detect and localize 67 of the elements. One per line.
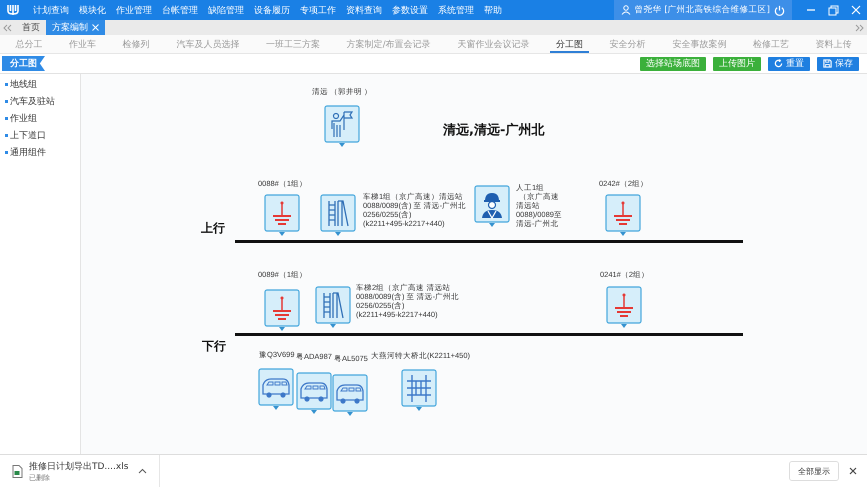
tab[interactable]: 总分工 bbox=[9, 35, 48, 53]
tab[interactable]: 作业车 bbox=[62, 35, 102, 53]
tab[interactable]: 汽车及人员选择 bbox=[170, 35, 246, 53]
ground-icon[interactable] bbox=[264, 289, 300, 331]
logo-icon bbox=[6, 3, 20, 17]
diagram-title: 清远,清远-广州北 bbox=[443, 122, 544, 139]
refresh-icon bbox=[774, 59, 783, 68]
menu-item[interactable]: 资料查询 bbox=[341, 4, 387, 16]
tab[interactable]: 安全分析 bbox=[604, 35, 652, 53]
window-tab[interactable]: 首页 bbox=[16, 20, 46, 35]
user-name: 曾尧华 [广州北高铁综合维修工区] bbox=[634, 4, 770, 16]
sidebar-item[interactable]: 作业组 bbox=[10, 112, 37, 125]
caret-icon[interactable] bbox=[138, 468, 148, 474]
user-icon bbox=[620, 5, 631, 15]
ground-icon[interactable] bbox=[605, 194, 641, 236]
bullet-icon bbox=[5, 100, 8, 103]
worker-icon[interactable] bbox=[474, 185, 510, 227]
tab[interactable]: 检修工艺 bbox=[746, 35, 795, 53]
power-icon[interactable] bbox=[774, 4, 785, 16]
sidebar-item[interactable]: 通用组件 bbox=[10, 146, 46, 159]
tab[interactable]: 方案制定/布置会记录 bbox=[340, 35, 437, 53]
menu-item[interactable]: 台帐管理 bbox=[157, 4, 203, 16]
sidebar-item[interactable]: 上下道口 bbox=[10, 129, 46, 142]
restore-icon[interactable] bbox=[828, 4, 839, 16]
bullet-icon bbox=[5, 83, 8, 86]
menu-item[interactable]: 缺陷管理 bbox=[203, 4, 249, 16]
van-icon[interactable] bbox=[296, 372, 332, 414]
toolbar-button[interactable]: 上传图片 bbox=[713, 56, 761, 70]
file-name[interactable]: 推修日计划导出TD....xls bbox=[29, 460, 128, 472]
menu-item[interactable]: 参数设置 bbox=[387, 4, 433, 16]
menu-item[interactable]: 模块化 bbox=[74, 4, 111, 16]
reset-button[interactable]: 重置 bbox=[768, 56, 810, 70]
spreadsheet-file-icon bbox=[12, 464, 23, 478]
bullet-icon bbox=[5, 117, 8, 120]
close-icon[interactable] bbox=[849, 467, 857, 475]
bullet-icon bbox=[5, 151, 8, 154]
van-icon[interactable] bbox=[332, 374, 368, 416]
menu-item[interactable]: 系统管理 bbox=[433, 4, 479, 16]
track-label: 下行 bbox=[202, 338, 226, 355]
tab[interactable]: 一班工三方案 bbox=[260, 35, 326, 53]
tab[interactable]: 安全事故案例 bbox=[666, 35, 732, 53]
track-label: 上行 bbox=[201, 220, 225, 237]
show-all-button[interactable]: 全部显示 bbox=[789, 461, 839, 481]
toolbar-button[interactable]: 选择站场底图 bbox=[640, 56, 706, 70]
save-icon bbox=[823, 59, 832, 68]
ladder-icon[interactable] bbox=[315, 286, 351, 328]
save-button[interactable]: 保存 bbox=[817, 56, 859, 70]
ground-icon[interactable] bbox=[606, 286, 642, 328]
window-tab[interactable]: 方案编制 bbox=[46, 20, 105, 35]
sidebar-item[interactable]: 汽车及驻站 bbox=[10, 95, 55, 108]
tab[interactable]: 检修列 bbox=[116, 35, 156, 53]
bullet-icon bbox=[5, 134, 8, 137]
menu-item[interactable]: 帮助 bbox=[479, 4, 507, 16]
ground-icon[interactable] bbox=[264, 194, 300, 236]
sidebar-item[interactable]: 地线组 bbox=[10, 78, 37, 91]
flag-person-icon[interactable] bbox=[324, 105, 360, 147]
menu-item[interactable]: 计划查询 bbox=[28, 4, 74, 16]
sidebar-header: 分工图 bbox=[2, 56, 45, 71]
menu-item[interactable]: 设备履历 bbox=[249, 4, 295, 16]
menu-item[interactable]: 作业管理 bbox=[111, 4, 157, 16]
tab[interactable]: 分工图 bbox=[550, 35, 589, 53]
ladder-icon[interactable] bbox=[320, 194, 356, 236]
tab[interactable]: 天窗作业会议记录 bbox=[451, 35, 536, 53]
fence-icon[interactable] bbox=[401, 369, 437, 411]
menu-item[interactable]: 专项工作 bbox=[295, 4, 341, 16]
van-icon[interactable] bbox=[258, 368, 294, 410]
tab[interactable]: 资料上传 bbox=[810, 35, 858, 53]
